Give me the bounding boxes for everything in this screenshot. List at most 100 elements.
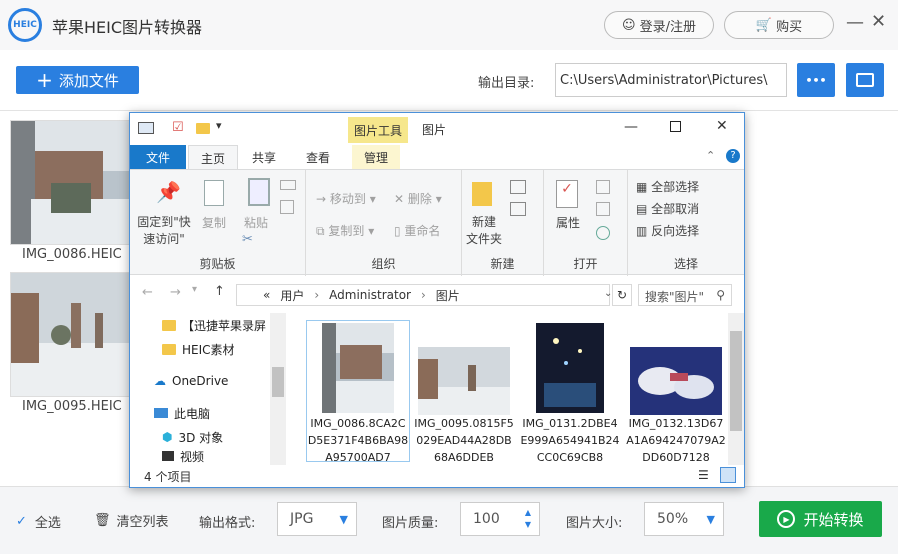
open-icon[interactable] xyxy=(596,180,610,194)
select-all-checkbox[interactable]: ✓ 全选 xyxy=(16,512,61,531)
nav-item-videos[interactable]: 视频 xyxy=(162,447,204,465)
explorer-title: 图片 xyxy=(422,123,447,137)
content-scrollbar[interactable] xyxy=(728,313,744,465)
file-item[interactable]: IMG_0095.0815F5029EAD44A28DB68A6DDEB xyxy=(412,320,516,462)
organize-group-label: 组织 xyxy=(371,257,396,271)
nav-item-3d-objects[interactable]: ⬢ 3D 对象 xyxy=(162,425,223,449)
folder-icon xyxy=(162,319,176,331)
size-select[interactable]: 50% ▼ xyxy=(644,502,724,536)
breadcrumb-pictures[interactable]: 图片 xyxy=(436,287,460,304)
properties-button[interactable]: 属性 xyxy=(556,214,580,231)
up-icon[interactable]: ↑ xyxy=(214,284,225,299)
copy-path-icon[interactable] xyxy=(280,180,296,190)
explorer-maximize-button[interactable] xyxy=(670,121,681,132)
file-explorer-window: ☑ ▾ 图片工具 图片 — ✕ 文件 主页 共享 查看 管理 ⌃ ? 📌 固定到… xyxy=(129,112,745,488)
cut-icon[interactable]: ✂ xyxy=(242,232,253,247)
user-icon: ☺ xyxy=(622,17,636,33)
tab-view[interactable]: 查看 xyxy=(294,145,342,169)
back-icon[interactable]: ← xyxy=(142,285,153,300)
more-dots: ••• xyxy=(805,73,827,87)
start-convert-button[interactable]: ▶ 开始转换 xyxy=(759,501,882,537)
select-all-label: 全选 xyxy=(34,516,61,531)
context-tab-label: 图片工具 xyxy=(353,123,402,138)
nav-scrollbar[interactable] xyxy=(270,313,286,465)
rename-button[interactable]: ▯ 重命名 xyxy=(394,222,440,239)
copy-to-button[interactable]: ⧉ 复制到 ▾ xyxy=(316,222,374,239)
select-none-button[interactable]: ▤ 全部取消 xyxy=(636,200,699,217)
photo-thumbnail-0132 xyxy=(630,347,722,415)
properties-quick-icon[interactable]: ☑ xyxy=(172,120,184,135)
file-item[interactable]: IMG_0086.8CA2CD5E371F4B6BA98A95700AD7 xyxy=(306,320,410,462)
select-group: ▦ 全部选择 ▤ 全部取消 ▥ 反向选择 选择 xyxy=(628,170,744,276)
search-input[interactable]: 搜索"图片" ⚲ xyxy=(638,284,732,306)
nav-item-onedrive[interactable]: ☁ OneDrive xyxy=(154,369,228,393)
move-to-button[interactable]: → 移动到 ▾ xyxy=(316,190,376,207)
select-all-button[interactable]: ▦ 全部选择 xyxy=(636,178,699,195)
quality-label: 图片质量: xyxy=(382,516,439,531)
nav-item-folder[interactable]: 【迅捷苹果录屏 xyxy=(162,313,272,337)
play-circle-icon: ▶ xyxy=(777,510,796,528)
folder-icon xyxy=(856,73,874,87)
clear-list-button[interactable]: 🗑 清空列表 xyxy=(94,511,169,530)
tab-home[interactable]: 主页 xyxy=(188,145,239,169)
explorer-minimize-button[interactable]: — xyxy=(624,119,638,135)
more-button[interactable]: ••• xyxy=(797,63,835,97)
tab-file[interactable]: 文件 xyxy=(130,145,186,169)
nav-item-this-pc[interactable]: 此电脑 xyxy=(154,401,210,425)
photo-thumbnail-0131 xyxy=(536,323,604,413)
refresh-icon[interactable]: ↻ xyxy=(612,284,632,306)
nav-item-heic[interactable]: HEIC素材 xyxy=(162,337,235,361)
tab-manage[interactable]: 管理 xyxy=(352,145,401,169)
cube-icon: ⬢ xyxy=(162,430,173,444)
open-folder-button[interactable] xyxy=(846,63,884,97)
close-button[interactable]: ✕ xyxy=(871,11,886,32)
nav-label: HEIC素材 xyxy=(182,342,235,357)
delete-button[interactable]: ✕ 删除 ▾ xyxy=(394,190,442,207)
pin-quick-access-button[interactable]: 固定到"快速访问" xyxy=(136,214,192,248)
collapse-ribbon-icon[interactable]: ⌃ xyxy=(706,149,715,162)
breadcrumb-administrator[interactable]: Administrator xyxy=(329,288,411,302)
buy-label: 购买 xyxy=(776,19,803,35)
explorer-close-button[interactable]: ✕ xyxy=(716,118,728,134)
history-icon[interactable] xyxy=(596,226,610,240)
breadcrumb-users[interactable]: 用户 xyxy=(280,287,304,304)
dropdown-arrow-icon: ▼ xyxy=(339,512,348,526)
file-thumbnail[interactable] xyxy=(10,272,130,397)
details-view-icon[interactable]: ☰ xyxy=(698,468,709,482)
paste-button[interactable]: 粘贴 xyxy=(244,214,268,231)
file-item[interactable]: IMG_0131.2DBE4E999A654941B24CC0C69CB8 xyxy=(518,320,622,462)
nav-label: 视频 xyxy=(180,449,205,464)
file-item[interactable]: IMG_0132.13D67A1A694247079A2DD60D7128 xyxy=(624,320,728,462)
minimize-button[interactable]: — xyxy=(846,12,864,33)
customize-toolbar-icon[interactable]: ▾ xyxy=(216,119,222,132)
checkmark-icon: ✓ xyxy=(16,514,27,529)
edit-icon[interactable] xyxy=(596,202,610,216)
tab-share[interactable]: 共享 xyxy=(240,145,288,169)
new-folder-button[interactable]: 新建 文件夹 xyxy=(466,214,502,248)
copy-icon xyxy=(204,180,224,206)
file-thumbnail[interactable] xyxy=(10,120,130,245)
dropdown-arrow-icon: ▼ xyxy=(706,512,715,526)
recent-dropdown-icon[interactable]: ▾ xyxy=(192,284,197,295)
easy-access-icon[interactable] xyxy=(510,202,526,216)
new-folder-quick-icon[interactable] xyxy=(196,123,210,134)
address-bar[interactable]: « 用户 › Administrator › 图片 xyxy=(236,284,610,306)
paste-shortcut-icon[interactable] xyxy=(280,200,294,214)
invert-selection-button[interactable]: ▥ 反向选择 xyxy=(636,222,699,239)
login-button[interactable]: ☺ 登录/注册 xyxy=(604,11,714,39)
add-file-button[interactable]: + 添加文件 xyxy=(16,66,139,94)
large-icons-view-icon[interactable] xyxy=(720,467,736,483)
help-icon[interactable]: ? xyxy=(726,149,740,163)
stepper-arrows-icon[interactable]: ▲ ▼ xyxy=(525,507,531,531)
delete-label: 删除 xyxy=(407,192,432,206)
new-item-icon[interactable] xyxy=(510,180,526,194)
content-scrollbar-thumb[interactable] xyxy=(730,331,742,431)
output-dir-field[interactable]: C:\Users\Administrator\Pictures\ xyxy=(555,63,787,97)
format-select[interactable]: JPG ▼ xyxy=(277,502,357,536)
forward-icon[interactable]: → xyxy=(170,285,181,300)
copy-button[interactable]: 复制 xyxy=(202,214,226,231)
quality-stepper[interactable]: 100 ▲ ▼ xyxy=(460,502,540,536)
new-folder-icon xyxy=(472,182,492,206)
nav-scrollbar-thumb[interactable] xyxy=(272,367,284,397)
buy-button[interactable]: 🛒 购买 xyxy=(724,11,834,39)
